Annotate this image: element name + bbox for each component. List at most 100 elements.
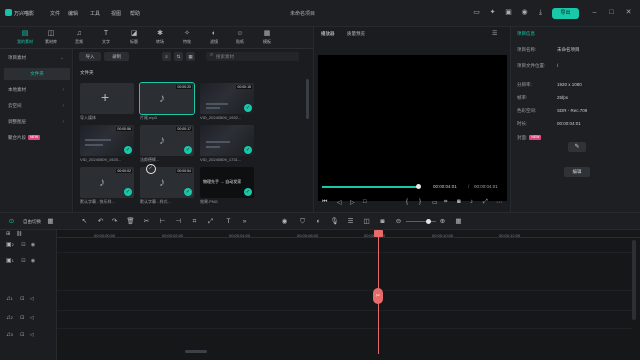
filter-icon[interactable]: ≡ xyxy=(162,52,171,61)
palette-icon[interactable]: ◐ xyxy=(314,217,323,226)
speaker-icon[interactable]: ◁ xyxy=(30,296,34,302)
timeline-horizontal-scrollbar[interactable] xyxy=(185,350,207,353)
view-mode-label[interactable]: 自由切换 xyxy=(23,219,41,225)
lock-icon[interactable]: ⊡ xyxy=(21,258,25,264)
text-icon[interactable]: T xyxy=(224,217,233,226)
timeline-vertical-scrollbar[interactable] xyxy=(632,240,636,320)
play-icon[interactable]: ▷ xyxy=(350,199,355,206)
shield-icon[interactable]: ⛉ xyxy=(298,217,307,226)
crop-icon[interactable]: ⌗ xyxy=(444,199,447,206)
tab-transitions[interactable]: ✱ 转场 xyxy=(147,29,173,48)
layout-icon[interactable]: ▦ xyxy=(46,217,55,226)
sidebar-item-compound-clip[interactable]: 聚合片段 NEW xyxy=(4,132,70,144)
menu-help[interactable]: 帮助 xyxy=(130,10,140,17)
speaker-icon[interactable]: ◁ xyxy=(30,332,34,338)
tab-stock[interactable]: ◫ 素材库 xyxy=(38,29,64,48)
mark-out-icon[interactable]: } xyxy=(419,199,421,205)
crop-icon[interactable]: ⌗ xyxy=(190,217,199,226)
gift-icon[interactable]: ▣ xyxy=(504,8,513,17)
sidebar-item-project-media[interactable]: 项目素材 ⌄ xyxy=(4,52,70,64)
mark-in-icon[interactable]: { xyxy=(406,199,408,205)
tab-player[interactable]: 播放器 xyxy=(321,31,335,37)
chevron-right-icon[interactable]: » xyxy=(240,217,249,226)
sidebar-item-folder[interactable]: 文件夹 xyxy=(4,68,70,80)
playback-progress[interactable] xyxy=(322,184,422,189)
link-icon[interactable]: ⛓ xyxy=(16,231,22,237)
trim-end-icon[interactable]: ⊣ xyxy=(174,217,183,226)
playhead-marker-icon[interactable]: ✂ xyxy=(373,288,383,304)
close-icon[interactable]: ✕ xyxy=(624,8,633,17)
cursor-icon[interactable]: ↖ xyxy=(80,217,89,226)
step-back-icon[interactable]: ⏮ xyxy=(322,199,327,206)
media-item[interactable]: ✓ xyxy=(200,125,254,156)
menu-tools[interactable]: 工具 xyxy=(90,10,100,17)
account-icon[interactable]: ◉ xyxy=(520,8,529,17)
import-button[interactable]: 导入 xyxy=(79,52,101,61)
magnet-icon[interactable]: ⊙ xyxy=(7,217,16,226)
sort-icon[interactable]: ⇅ xyxy=(174,52,183,61)
tab-effects[interactable]: ✧ 特效 xyxy=(174,29,200,48)
prev-frame-icon[interactable]: ◁ xyxy=(337,199,342,206)
snapshot-icon[interactable]: ◙ xyxy=(378,217,387,226)
list-icon[interactable]: ☰ xyxy=(346,217,355,226)
menu-edit[interactable]: 编辑 xyxy=(68,10,78,17)
tab-my-media[interactable]: ▤ 我的素材 xyxy=(12,29,38,48)
media-item[interactable]: ♪ 00:00:20 xyxy=(139,82,195,115)
lock-icon[interactable]: ⊡ xyxy=(20,296,24,302)
media-item[interactable]: 00:00:56 ✓ xyxy=(80,125,134,156)
sidebar-item-local-media[interactable]: 本地素材 › xyxy=(4,84,70,96)
sidebar-item-adjustment-layer[interactable]: 调整图层 › xyxy=(4,116,70,128)
zoom-slider[interactable] xyxy=(406,219,436,224)
lock-icon[interactable]: ⊡ xyxy=(20,315,24,321)
edit-button[interactable]: 编辑 xyxy=(564,167,590,177)
export-button[interactable]: 导出 xyxy=(552,8,579,19)
media-item[interactable]: 物理先手 → 自动发家 ✓ xyxy=(200,167,254,198)
display-icon[interactable]: ▭ xyxy=(432,199,438,206)
media-item[interactable]: 00:00:15 ✓ xyxy=(200,83,254,114)
download-icon[interactable]: ⤓ xyxy=(536,8,545,17)
redo-icon[interactable]: ↷ xyxy=(110,217,119,226)
fullscreen-icon[interactable]: ⤢ xyxy=(483,199,488,206)
stop-icon[interactable]: □ xyxy=(363,199,367,205)
transform-icon[interactable]: ⤢ xyxy=(206,217,215,226)
add-track-icon[interactable]: ⊞ xyxy=(6,231,10,237)
tab-quality-preview[interactable]: 质量预览 xyxy=(347,31,365,37)
tab-titles[interactable]: ◪ 标题 xyxy=(121,29,147,48)
speaker-icon[interactable]: ◁ xyxy=(30,315,34,321)
tab-filters[interactable]: ◐ 滤镜 xyxy=(201,29,227,48)
eye-icon[interactable]: ◉ xyxy=(31,258,35,264)
tab-text[interactable]: T 文字 xyxy=(93,29,119,48)
media-item[interactable]: ♪ 00:00:17 ✓ xyxy=(140,125,194,156)
record-button[interactable]: 录制 xyxy=(104,52,129,61)
zoom-in-icon[interactable]: ⊕ xyxy=(438,217,447,226)
timeline-ruler[interactable]: 00:00:00:00 00:00:02:00 00:00:04:00 00:0… xyxy=(57,230,640,238)
tab-templates[interactable]: ▦ 模板 xyxy=(254,29,280,48)
volume-icon[interactable]: ♪ xyxy=(470,199,473,205)
snapshot-icon[interactable]: ◙ xyxy=(457,199,461,205)
split-icon[interactable]: ✂ xyxy=(142,217,151,226)
tab-stickers[interactable]: ☺ 贴纸 xyxy=(227,29,253,48)
trim-start-icon[interactable]: ⊢ xyxy=(158,217,167,226)
microphone-icon[interactable]: 🎙 xyxy=(330,217,339,226)
player-menu-icon[interactable]: ☰ xyxy=(492,30,497,37)
lock-icon[interactable]: ⊡ xyxy=(21,242,25,248)
edit-cover-icon[interactable]: ✎ xyxy=(568,142,586,152)
undo-icon[interactable]: ↶ xyxy=(96,217,105,226)
lightbulb-icon[interactable]: ✦ xyxy=(488,8,497,17)
import-media-card[interactable]: + xyxy=(80,83,134,114)
render-icon[interactable]: ◉ xyxy=(280,217,289,226)
more-icon[interactable]: ⋯ xyxy=(496,199,502,206)
sidebar-item-cloud[interactable]: 云空间 › xyxy=(4,100,70,112)
grid-view-icon[interactable]: ▦ xyxy=(454,217,463,226)
split-screen-icon[interactable]: ◫ xyxy=(362,217,371,226)
media-item[interactable]: ♪ 00:00:02 ✓ xyxy=(80,167,134,198)
zoom-out-icon[interactable]: ⊖ xyxy=(394,217,403,226)
search-input[interactable]: 搜索素材 xyxy=(206,52,299,61)
menu-file[interactable]: 文件 xyxy=(50,10,60,17)
maximize-icon[interactable]: □ xyxy=(607,8,616,17)
lock-icon[interactable]: ⊡ xyxy=(20,332,24,338)
eye-icon[interactable]: ◉ xyxy=(31,242,35,248)
minimize-icon[interactable]: – xyxy=(590,8,599,17)
menu-view[interactable]: 视图 xyxy=(111,10,121,17)
monitor-icon[interactable]: ▭ xyxy=(472,8,481,17)
